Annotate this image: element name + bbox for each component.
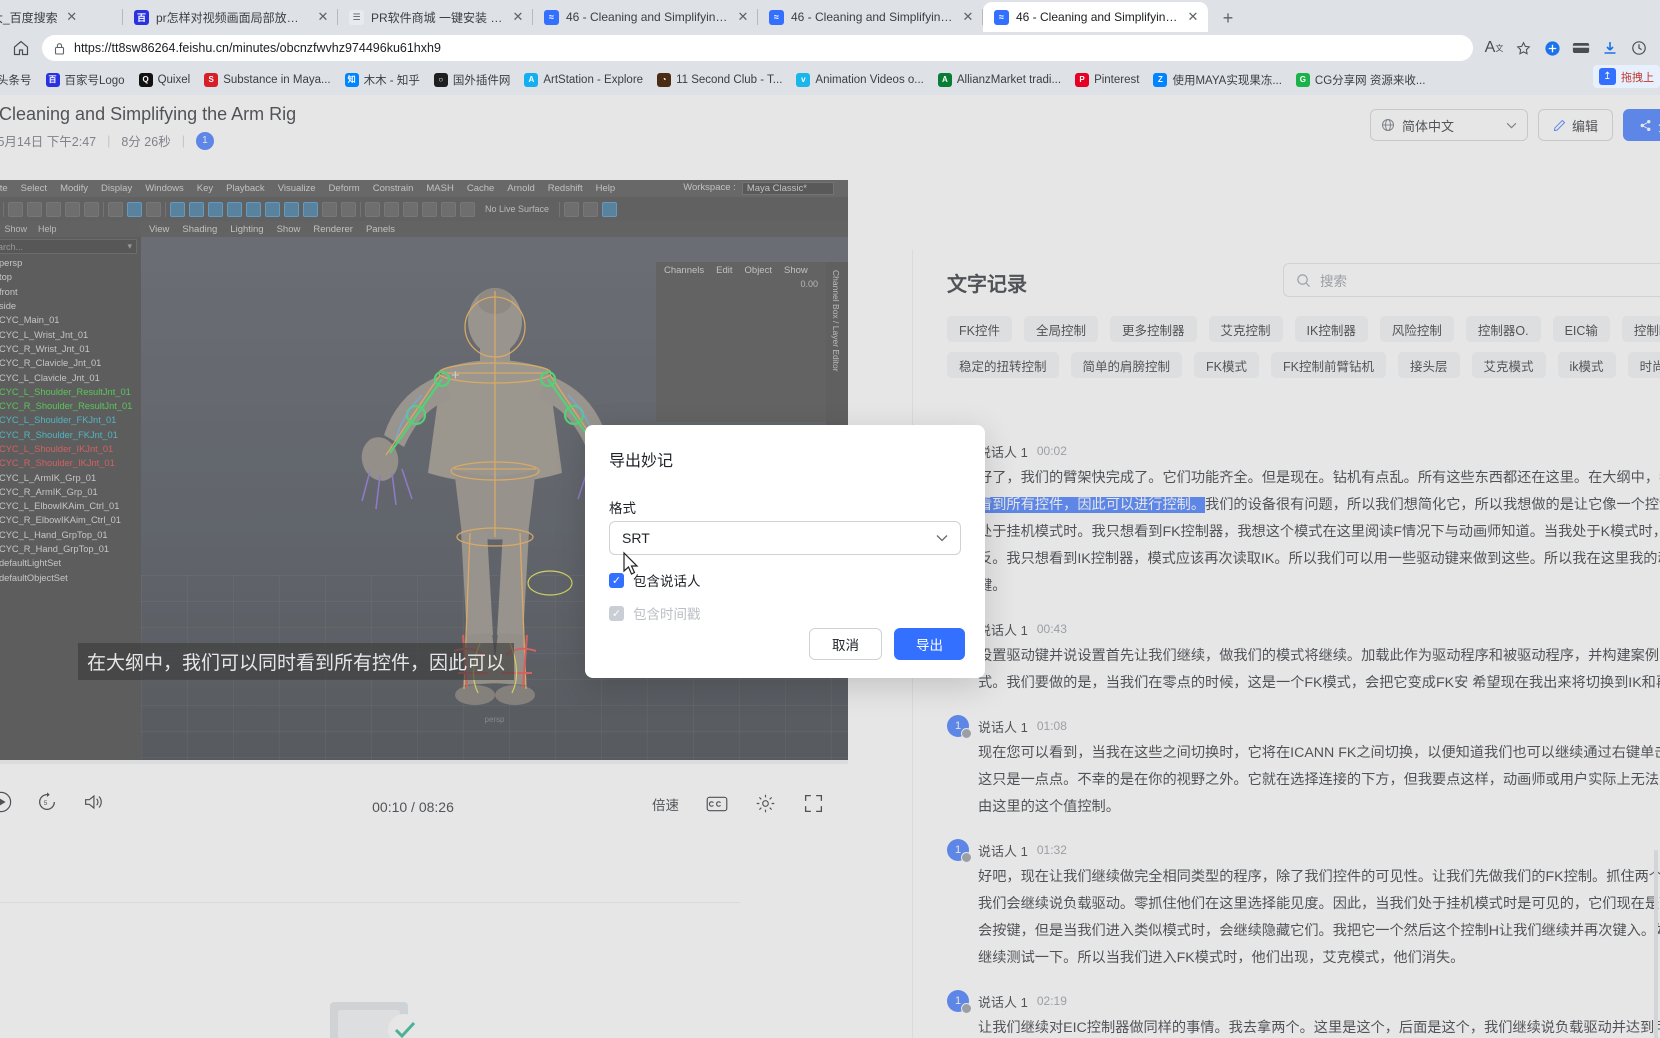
tab-title: 46 - Cleaning and Simplifying th — [791, 10, 954, 24]
bookmark-item[interactable]: Z 使用MAYA实现果冻... — [1147, 69, 1287, 91]
bookmark-label: Animation Videos o... — [815, 73, 924, 86]
toolbar-actions: A文 ↥ 拖拽上 — [1481, 35, 1660, 88]
bookmark-item[interactable]: 头头条号 — [0, 69, 38, 91]
tab-close-icon[interactable]: ✕ — [961, 10, 975, 24]
bookmark-label: 木木 - 知乎 — [363, 74, 420, 87]
download-icon[interactable] — [1597, 35, 1623, 61]
tab-close-icon[interactable]: ✕ — [511, 10, 525, 24]
cancel-button[interactable]: 取消 — [809, 628, 882, 660]
bookmark-star-icon[interactable] — [1510, 35, 1536, 61]
browser-tab[interactable]: ≈46 - Cleaning and Simplifying th ✕ — [758, 2, 983, 32]
bookmark-item[interactable]: A AllianzMarket tradi... — [932, 70, 1067, 90]
tab-favicon-icon: ≈ — [994, 9, 1009, 25]
new-tab-button[interactable]: + — [1214, 4, 1242, 32]
tab-strip: 大_百度搜索 ✕ 百 pr怎样对视频画面局部放大-百度 ✕ ☰ PR软件商城 一键安装 永久… — [0, 0, 1660, 32]
bookmark-favicon-icon: S — [204, 72, 219, 87]
tab-title: 46 - Cleaning and Simplifying th — [1016, 10, 1179, 24]
export-dialog: 导出妙记 格式 SRT ✓ 包含说话人 ✓ 包含时间戳 取消 导出 — [585, 425, 985, 678]
dialog-title: 导出妙记 — [609, 453, 674, 470]
tab-close-icon[interactable]: ✕ — [736, 10, 750, 24]
tab-close-icon[interactable]: ✕ — [316, 10, 330, 24]
bookmark-item[interactable]: G CG分享网 资源来收... — [1290, 69, 1432, 91]
include-timestamp-row: ✓ 包含时间戳 — [609, 603, 701, 623]
tab-title: 大_百度搜索 — [0, 10, 58, 25]
address-bar-url: https://tt8sw86264.feishu.cn/minutes/obc… — [74, 41, 441, 55]
history-icon[interactable] — [1626, 35, 1652, 61]
bookmark-favicon-icon: A — [937, 72, 952, 87]
bookmark-favicon-icon: 知 — [344, 72, 359, 87]
include-speaker-label: 包含说话人 — [633, 574, 701, 589]
tab-title: PR软件商城 一键安装 永久激活 — [371, 10, 504, 25]
bookmark-favicon-icon: ◔ — [657, 72, 672, 87]
bookmark-label: 百家号Logo — [64, 74, 125, 87]
bookmark-label: ArtStation - Explore — [543, 73, 644, 86]
bookmark-favicon-icon: P — [1075, 72, 1090, 87]
bookmark-item[interactable]: P Pinterest — [1069, 70, 1145, 90]
format-select[interactable]: SRT — [609, 521, 961, 555]
bookmark-label: AllianzMarket tradi... — [956, 73, 1062, 86]
tab-favicon-icon: 百 — [134, 9, 149, 25]
bookmark-favicon-icon: A — [524, 72, 539, 87]
extension-blue-icon[interactable] — [1539, 35, 1565, 61]
browser-tab[interactable]: ≈46 - Cleaning and Simplifying th ✕ — [533, 2, 758, 32]
home-icon[interactable] — [8, 35, 34, 61]
format-value: SRT — [622, 530, 650, 546]
browser-tab[interactable]: 百 pr怎样对视频画面局部放大-百度 ✕ — [123, 2, 338, 32]
wallet-icon[interactable] — [1568, 35, 1594, 61]
format-label: 格式 — [609, 501, 636, 516]
browser-tab[interactable]: ≈46 - Cleaning and Simplifying th ✕ — [983, 2, 1208, 32]
tab-close-icon[interactable]: ✕ — [1186, 10, 1200, 24]
bookmark-item[interactable]: 知木木 - 知乎 — [339, 69, 426, 91]
bookmark-label: Substance in Maya... — [223, 73, 331, 86]
bookmark-label: 国外插件网 — [452, 74, 511, 87]
bookmark-item[interactable]: ○ 国外插件网 — [428, 69, 517, 91]
bookmark-label: 头条号 — [0, 74, 32, 87]
bookmark-favicon-icon: Q — [138, 72, 153, 87]
mouse-cursor — [619, 551, 641, 577]
bookmark-label: 使用MAYA实现果冻... — [1172, 74, 1282, 87]
bookmark-item[interactable]: v Animation Videos o... — [790, 70, 929, 90]
bookmark-item[interactable]: S Substance in Maya... — [198, 70, 336, 90]
include-timestamp-checkbox: ✓ — [609, 605, 624, 621]
chevron-down-icon — [936, 534, 948, 542]
bookmark-item[interactable]: Q Quixel — [133, 70, 197, 90]
app-root: 大_百度搜索 ✕ 百 pr怎样对视频画面局部放大-百度 ✕ ☰ PR软件商城 一键安装 永久… — [0, 0, 1660, 1038]
translate-icon[interactable]: A文 — [1481, 35, 1507, 61]
bookmark-label: Pinterest — [1094, 73, 1140, 86]
bookmark-favicon-icon: G — [1295, 72, 1310, 87]
bookmark-favicon-icon: v — [796, 72, 811, 87]
bookmark-label: CG分享网 资源来收... — [1314, 74, 1426, 87]
dialog-buttons: 取消 导出 — [809, 628, 965, 660]
include-timestamp-label: 包含时间戳 — [633, 607, 701, 622]
bookmarks-bar: 头头条号百百家号Logo Q Quixel S Substance in Maya...… — [0, 64, 1660, 95]
bookmark-label: Quixel — [157, 73, 191, 86]
browser-tab[interactable]: ☰ PR软件商城 一键安装 永久激活 ✕ — [338, 2, 533, 32]
bookmark-favicon-icon: 百 — [45, 72, 60, 87]
lock-icon — [54, 42, 65, 55]
bookmark-item[interactable]: ◔ 11 Second Club - T... — [651, 70, 788, 90]
tab-favicon-icon: ≈ — [769, 9, 784, 25]
bookmark-label: 11 Second Club - T... — [676, 73, 783, 86]
bookmark-item[interactable]: A ArtStation - Explore — [518, 70, 649, 90]
browser-tab[interactable]: 大_百度搜索 ✕ — [0, 2, 123, 32]
browser-chrome: 大_百度搜索 ✕ 百 pr怎样对视频画面局部放大-百度 ✕ ☰ PR软件商城 一键安装 永久… — [0, 0, 1660, 95]
bookmark-item[interactable]: 百百家号Logo — [40, 69, 131, 91]
tab-favicon-icon: ☰ — [349, 9, 364, 25]
browser-toolbar: https://tt8sw86264.feishu.cn/minutes/obc… — [0, 32, 1660, 88]
bookmark-favicon-icon: ○ — [433, 72, 448, 87]
bookmark-favicon-icon: Z — [1153, 72, 1168, 87]
address-bar[interactable]: https://tt8sw86264.feishu.cn/minutes/obc… — [42, 35, 1473, 61]
tab-title: pr怎样对视频画面局部放大-百度 — [156, 10, 309, 25]
tab-favicon-icon: ≈ — [544, 9, 559, 25]
tab-title: 46 - Cleaning and Simplifying th — [566, 10, 729, 24]
tab-close-icon[interactable]: ✕ — [65, 10, 79, 24]
export-button[interactable]: 导出 — [894, 628, 965, 660]
